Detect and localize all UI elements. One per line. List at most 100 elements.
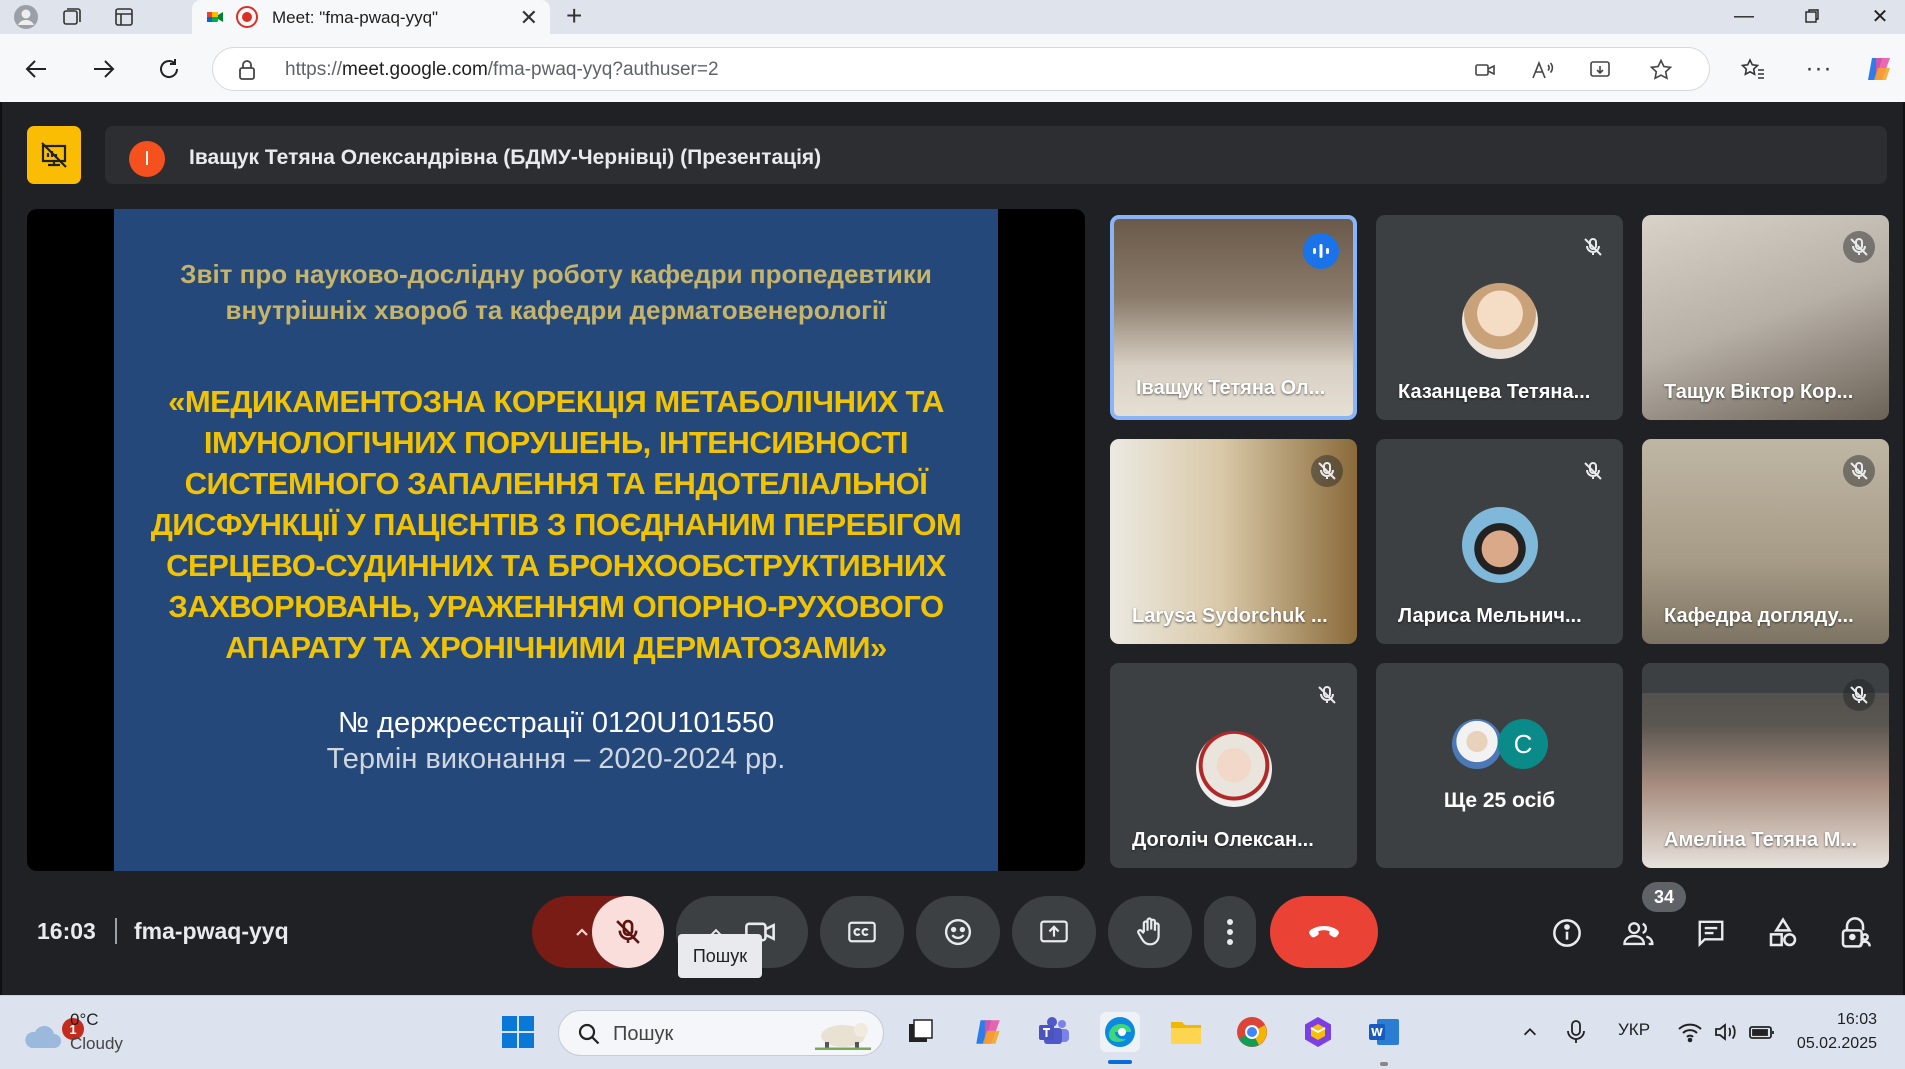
wifi-icon[interactable] (1670, 1012, 1710, 1052)
favorites-icon[interactable] (1738, 54, 1768, 84)
participant-tile[interactable]: Тащук Віктор Кор... (1642, 215, 1889, 420)
activities-button[interactable] (1760, 910, 1806, 956)
mic-off-icon (1311, 679, 1343, 711)
chevron-up-icon[interactable] (1510, 1012, 1550, 1052)
avatar (1462, 283, 1538, 359)
speaking-indicator-icon (1303, 233, 1339, 269)
participant-name: Амеліна Тетяна М... (1664, 829, 1858, 851)
call-end-icon (1309, 926, 1339, 938)
svg-text:W: W (1371, 1026, 1383, 1039)
people-icon (1623, 922, 1654, 946)
start-button[interactable] (498, 1012, 538, 1052)
favorite-star-icon[interactable] (1649, 58, 1673, 82)
people-count-badge: 34 (1642, 882, 1686, 912)
workspaces-icon[interactable] (56, 2, 88, 32)
more-participants-tile[interactable]: C Ще 25 осіб (1376, 663, 1623, 868)
participant-tile[interactable]: Larysa Sydorchuk ... (1110, 439, 1357, 644)
windows-icon (502, 1016, 534, 1048)
battery-icon[interactable] (1742, 1012, 1782, 1052)
url-host: meet.google.com (342, 59, 488, 80)
taskbar-time: 16:03 (1836, 1011, 1877, 1028)
mic-off-icon (616, 919, 640, 944)
captions-button[interactable] (820, 896, 904, 968)
taskbar-date: 05.02.2025 (1796, 1035, 1877, 1052)
mic-off-icon (1843, 455, 1875, 487)
presenter-avatar: І (129, 141, 165, 177)
read-aloud-icon[interactable] (1531, 58, 1555, 82)
participant-name: Доголіч Олексан... (1132, 829, 1314, 851)
edge-icon[interactable] (1100, 1012, 1140, 1052)
present-screen-button[interactable] (1012, 896, 1096, 968)
taskbar-search[interactable]: Пошук (558, 1010, 884, 1056)
reactions-button[interactable] (916, 896, 1000, 968)
presentation-stage[interactable]: Звіт про науково-дослідну роботу кафедри… (27, 209, 1085, 871)
app-install-icon[interactable] (1589, 58, 1613, 82)
people-button[interactable] (1616, 910, 1662, 956)
avatar (1196, 731, 1272, 807)
profile-icon[interactable] (10, 2, 42, 32)
word-icon[interactable]: W (1364, 1012, 1404, 1052)
participant-name: Лариса Мельнич... (1398, 605, 1582, 627)
meeting-code: fma-pwaq-yyq (134, 918, 289, 944)
participant-tile[interactable]: Казанцева Тетяна... (1376, 215, 1623, 420)
task-view-icon[interactable] (900, 1012, 940, 1052)
mic-off-icon (1843, 231, 1875, 263)
url-text[interactable]: https://meet.google.com/fma-pwaq-yyq?aut… (285, 59, 719, 81)
meeting-time: 16:03 (37, 918, 96, 944)
meeting-details-button[interactable] (1544, 910, 1590, 956)
info-icon (1553, 919, 1581, 947)
participant-tile[interactable]: Доголіч Олексан... (1110, 663, 1357, 868)
minimize-icon[interactable]: — (1714, 0, 1774, 32)
forward-icon[interactable] (86, 52, 120, 86)
chat-icon (1698, 920, 1724, 948)
presenter-bar: І Іващук Тетяна Олександрівна (БДМУ-Черн… (105, 126, 1887, 184)
microphone-toggle-button[interactable] (592, 896, 664, 968)
address-bar[interactable]: https://meet.google.com/fma-pwaq-yyq?aut… (212, 47, 1710, 91)
tab-title: Meet: "fma-pwaq-yyq" (272, 8, 439, 27)
raise-hand-button[interactable] (1108, 896, 1192, 968)
participant-tile[interactable]: Амеліна Тетяна М... (1642, 663, 1889, 868)
leave-call-button[interactable] (1270, 896, 1378, 968)
browser-toolbar: https://meet.google.com/fma-pwaq-yyq?aut… (0, 34, 1905, 102)
restore-icon[interactable] (1782, 0, 1842, 32)
file-explorer-icon[interactable] (1166, 1012, 1206, 1052)
taskbar: 1 0°C Cloudy Пошук W УКР 16:03 05.02.202… (0, 995, 1905, 1069)
participant-tile[interactable]: Іващук Тетяна Ол... (1110, 215, 1357, 420)
search-icon (578, 1023, 600, 1045)
avatar-initial: C (1498, 719, 1548, 769)
tab-close-icon[interactable]: ✕ (520, 5, 538, 31)
reload-icon[interactable] (152, 52, 186, 86)
language-indicator[interactable]: УКР (1618, 1020, 1650, 1040)
chrome-icon[interactable] (1232, 1012, 1272, 1052)
copilot-taskbar-icon[interactable] (968, 1012, 1008, 1052)
url-prefix: https:// (285, 59, 343, 80)
camera-in-use-icon[interactable] (1473, 58, 1497, 82)
participant-name: Іващук Тетяна Ол... (1136, 377, 1326, 399)
back-icon[interactable] (20, 52, 54, 86)
close-window-icon[interactable]: ✕ (1850, 0, 1905, 32)
tab-meet[interactable]: Meet: "fma-pwaq-yyq" ✕ (192, 0, 550, 34)
microphone-icon[interactable] (1556, 1012, 1596, 1052)
chat-button[interactable] (1688, 910, 1734, 956)
app-launcher-icon[interactable] (1298, 1012, 1338, 1052)
more-options-button[interactable] (1204, 896, 1256, 968)
participant-tile[interactable]: Кафедра догляду... (1642, 439, 1889, 644)
copilot-icon[interactable] (1864, 54, 1894, 84)
presentation-icon[interactable] (27, 126, 81, 184)
chevron-up-icon (576, 928, 588, 936)
mic-off-icon (1577, 455, 1609, 487)
mic-off-icon (1577, 231, 1609, 263)
search-highlight-icon (815, 1023, 871, 1050)
teams-icon[interactable] (1034, 1012, 1074, 1052)
emoji-icon (944, 918, 972, 946)
lock-icon[interactable] (237, 59, 257, 81)
new-tab-icon[interactable]: + (566, 0, 582, 32)
tab-actions-icon[interactable] (108, 2, 140, 32)
host-controls-button[interactable] (1832, 910, 1878, 956)
more-options-icon[interactable]: ··· (1804, 54, 1834, 84)
weather-condition: Cloudy (70, 1034, 123, 1053)
participant-tile[interactable]: Лариса Мельнич... (1376, 439, 1623, 644)
taskbar-clock[interactable]: 16:03 05.02.2025 (1797, 1008, 1877, 1056)
browser-tab-strip: Meet: "fma-pwaq-yyq" ✕ + — ✕ (0, 0, 1905, 34)
volume-icon[interactable] (1706, 1012, 1746, 1052)
